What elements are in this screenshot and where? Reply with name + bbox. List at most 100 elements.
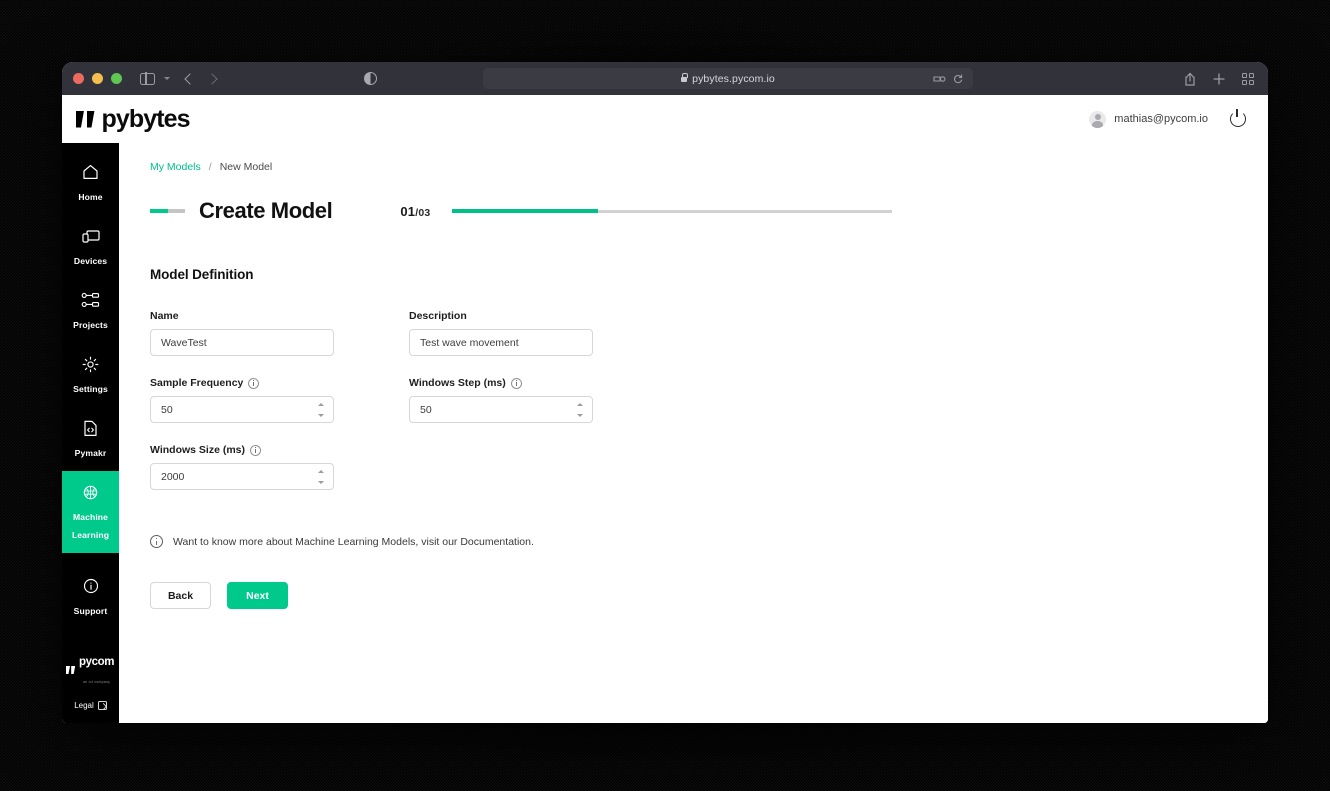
sidebar-item-projects[interactable]: Projects	[62, 279, 119, 343]
main-content: My Models / New Model Create Model 01/03…	[119, 143, 1268, 723]
sidebar-item-pymakr[interactable]: Pymakr	[62, 407, 119, 471]
extensions-icon[interactable]	[933, 74, 946, 84]
section-title: Model Definition	[150, 267, 254, 282]
progress-bar	[452, 209, 893, 213]
next-button[interactable]: Next	[227, 582, 288, 609]
info-circle-icon[interactable]	[510, 377, 522, 389]
forward-arrow-icon[interactable]	[206, 72, 218, 85]
code-file-icon	[64, 418, 117, 438]
toolbar-right-actions[interactable]	[1184, 72, 1254, 86]
sidebar-item-support[interactable]: Support	[62, 565, 119, 629]
back-button[interactable]: Back	[150, 582, 211, 609]
pycom-logo: pycom an iot company	[66, 652, 115, 688]
monitor-icon	[64, 226, 117, 246]
breadcrumb-separator: /	[208, 161, 212, 173]
reader-contrast-icon[interactable]	[364, 72, 377, 85]
breadcrumb-current: New Model	[219, 161, 273, 173]
field-windows-size: Windows Size (ms) 2000	[150, 444, 408, 490]
model-definition-form: Name WaveTest Description Test wave move…	[150, 310, 1268, 511]
sidebar-nav: Home Devices Projects Settings Pymakr Ma…	[62, 143, 119, 723]
field-windows-step: Windows Step (ms) 50	[409, 377, 667, 423]
address-bar-actions[interactable]	[933, 73, 963, 84]
pybytes-logo-mark-icon	[76, 110, 95, 128]
browser-window: pybytes.pycom.io pybytes mathias@pycom.i…	[62, 62, 1268, 723]
sidebar-item-label: Devices	[73, 256, 108, 266]
user-account[interactable]: mathias@pycom.io	[1089, 110, 1208, 128]
brain-icon	[64, 482, 117, 502]
description-input-wrap: Test wave movement	[409, 329, 593, 356]
pycom-logo-text: pycom	[79, 656, 115, 668]
window-controls[interactable]	[73, 73, 122, 84]
pybytes-logo-text: pybytes	[101, 104, 191, 133]
progress-bar-fill	[452, 209, 598, 213]
info-circle-icon	[150, 535, 163, 548]
nodes-icon	[64, 290, 117, 310]
page-title: Create Model	[199, 198, 333, 223]
breadcrumb: My Models / New Model	[150, 161, 1268, 173]
plus-icon[interactable]	[1213, 72, 1225, 85]
sidebar-item-home[interactable]: Home	[62, 151, 119, 215]
field-label: Name	[150, 310, 179, 322]
url-text: pybytes.pycom.io	[692, 72, 775, 85]
user-email-label: mathias@pycom.io	[1114, 113, 1208, 125]
field-description: Description Test wave movement	[409, 310, 667, 356]
sidebar-toggle-icon[interactable]	[140, 72, 155, 85]
legal-link[interactable]: Legal	[74, 701, 107, 710]
info-circle-icon	[64, 576, 117, 596]
pybytes-logo[interactable]: pybytes	[76, 104, 191, 134]
windows-size-input[interactable]: 2000	[150, 463, 334, 490]
close-window-button[interactable]	[73, 73, 84, 84]
field-label: Windows Step (ms)	[409, 377, 667, 389]
home-icon	[64, 162, 117, 182]
back-arrow-icon[interactable]	[184, 72, 196, 85]
field-label: Windows Size (ms)	[150, 444, 408, 456]
chevron-down-icon[interactable]	[164, 77, 170, 80]
sidebar-item-label: Pymakr	[74, 448, 107, 458]
browser-toolbar: pybytes.pycom.io	[62, 62, 1268, 95]
page-title-row: Create Model 01/03	[150, 198, 1268, 224]
address-bar[interactable]: pybytes.pycom.io	[483, 68, 973, 89]
info-circle-icon[interactable]	[250, 444, 261, 456]
windows-step-input-wrap: 50	[409, 396, 593, 423]
app-header: pybytes mathias@pycom.io	[62, 95, 1268, 143]
minimize-window-button[interactable]	[92, 73, 103, 84]
sidebar-item-label: Machine Learning	[71, 512, 110, 540]
sample-frequency-input-wrap: 50	[150, 396, 334, 423]
windows-size-stepper[interactable]	[316, 469, 325, 484]
sample-frequency-input[interactable]: 50	[150, 396, 334, 423]
share-icon[interactable]	[1184, 72, 1196, 86]
step-counter: 01/03	[400, 203, 431, 219]
legal-label: Legal	[74, 701, 94, 710]
power-icon[interactable]	[1230, 109, 1246, 127]
pycom-logo-mark-icon	[66, 666, 76, 674]
maximize-window-button[interactable]	[111, 73, 122, 84]
sidebar-toggle-group[interactable]	[140, 72, 170, 85]
pycom-logo-subtitle: an iot company	[82, 680, 111, 684]
sidebar-item-machine-learning[interactable]: Machine Learning	[62, 471, 119, 553]
reload-icon[interactable]	[953, 73, 963, 84]
app-body: Home Devices Projects Settings Pymakr Ma…	[62, 143, 1268, 723]
form-actions: Back Next	[150, 582, 1268, 609]
sidebar-item-label: Home	[78, 192, 103, 202]
title-accent-dash	[150, 209, 185, 213]
avatar-icon	[1089, 110, 1107, 128]
description-input[interactable]: Test wave movement	[409, 329, 593, 356]
documentation-note: Want to know more about Machine Learning…	[150, 535, 1268, 548]
sidebar-item-label: Support	[73, 606, 108, 616]
sidebar-item-label: Settings	[73, 384, 108, 394]
windows-step-stepper[interactable]	[575, 402, 584, 417]
sample-frequency-stepper[interactable]	[316, 402, 325, 417]
breadcrumb-my-models[interactable]: My Models	[150, 161, 201, 173]
gear-icon	[64, 354, 117, 374]
windows-size-input-wrap: 2000	[150, 463, 334, 490]
name-input[interactable]: WaveTest	[150, 329, 334, 356]
windows-step-input[interactable]: 50	[409, 396, 593, 423]
external-link-icon	[97, 701, 107, 710]
info-circle-icon[interactable]	[248, 377, 260, 389]
tab-overview-icon[interactable]	[1242, 72, 1254, 85]
documentation-note-text: Want to know more about Machine Learning…	[173, 535, 534, 548]
sidebar-item-settings[interactable]: Settings	[62, 343, 119, 407]
navigation-arrows[interactable]	[184, 72, 218, 85]
sidebar-item-devices[interactable]: Devices	[62, 215, 119, 279]
